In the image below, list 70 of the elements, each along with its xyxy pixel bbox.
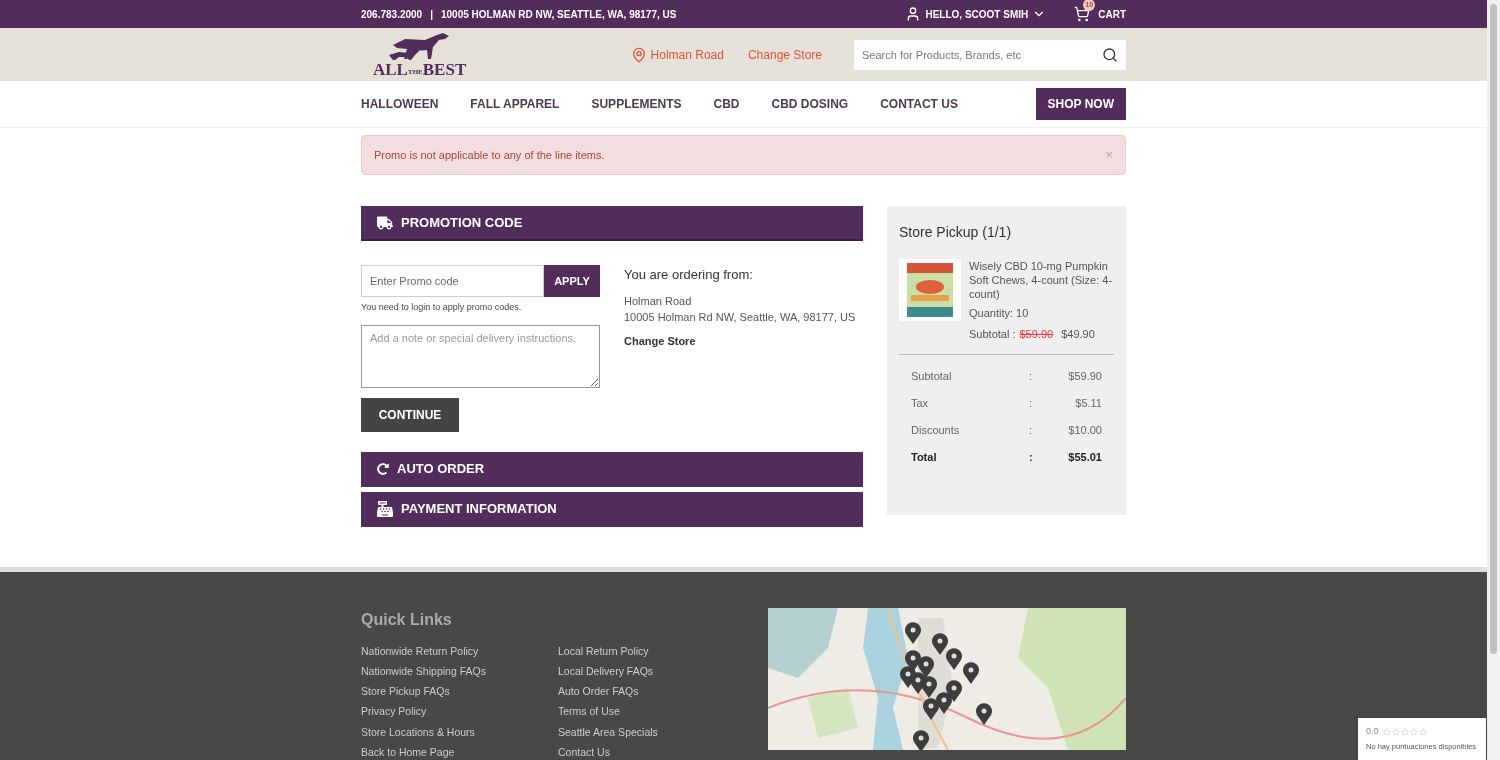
footer-link[interactable]: Privacy Policy: [361, 704, 558, 725]
footer-link[interactable]: Local Delivery FAQs: [558, 663, 755, 685]
summary-title: Store Pickup (1/1): [899, 223, 1013, 242]
nav-link[interactable]: FALL APPAREL: [470, 95, 560, 113]
sale-price: $49.90: [1061, 326, 1095, 342]
nav-link[interactable]: CONTACT US: [880, 95, 958, 113]
nav-link[interactable]: CBD: [713, 95, 740, 113]
summary-label: Subtotal: [911, 369, 953, 385]
section-header[interactable]: PAYMENT INFORMATION: [361, 491, 863, 527]
scrollbar[interactable]: [1487, 0, 1500, 760]
cart-link[interactable]: CART: [1098, 6, 1126, 22]
summary-separator: :: [1029, 450, 1033, 466]
ordering-from-heading: You are ordering from:: [624, 266, 754, 284]
star-icon: [1391, 727, 1400, 736]
refresh-icon: [377, 463, 389, 475]
login-hint: You need to login to apply promo codes.: [361, 301, 523, 314]
store-address: 10005 Holman Rd NW, Seattle, WA, 98177, US: [624, 310, 857, 325]
change-store-link[interactable]: Change Store: [624, 333, 860, 350]
promo-code-field[interactable]: Enter Promo code: [361, 265, 544, 297]
cash-register-icon: [377, 501, 393, 517]
summary-value: $5.11: [1075, 396, 1102, 412]
footer-link[interactable]: Terms of Use: [558, 704, 755, 725]
summary-separator: :: [1029, 423, 1033, 439]
summary-label: Discounts: [911, 423, 961, 439]
cart-icon[interactable]: [1074, 6, 1091, 22]
summary-separator: :: [1029, 396, 1033, 412]
delivery-note-field[interactable]: Add a note or special delivery instructions.: [361, 324, 600, 388]
summary-label: Tax: [911, 396, 930, 412]
product-quantity: Quantity: 10: [969, 306, 1030, 321]
footer-link[interactable]: Back to Home Page: [361, 745, 558, 760]
separator: |: [430, 7, 433, 22]
star-icon: [1409, 727, 1418, 736]
nav-link[interactable]: HALLOWEEN: [361, 95, 439, 113]
star-icon: [1400, 727, 1409, 736]
summary-value: $10.00: [1068, 423, 1102, 439]
footer-link[interactable]: Local Return Policy: [558, 643, 755, 664]
shop-now-button[interactable]: SHOP NOW: [1035, 88, 1126, 120]
truck-icon: [377, 214, 393, 231]
footer-link[interactable]: Auto Order FAQs: [558, 684, 755, 705]
nav-link[interactable]: CBD DOSING: [771, 95, 849, 113]
subtotal-label: Subtotal :: [969, 326, 1016, 342]
store-name: Holman Road: [624, 293, 693, 309]
product-name: Wisely CBD 10-mg Pumpkin Soft Chews, 4-count (Size: 4-count): [969, 259, 1114, 301]
footer-link[interactable]: Seattle Area Specials: [558, 724, 755, 745]
continue-button[interactable]: CONTINUE: [361, 397, 459, 432]
footer-link[interactable]: Contact Us: [558, 745, 755, 760]
star-icon: [1382, 727, 1391, 736]
alert-message: Promo is not applicable to any of the line items.: [374, 147, 605, 163]
search-icon[interactable]: [1102, 46, 1118, 63]
summary-value: $55.01: [1068, 450, 1102, 466]
section-header[interactable]: PROMOTION CODE: [361, 206, 863, 241]
apply-button[interactable]: APPLY: [544, 265, 600, 297]
account-menu[interactable]: HELLO, SCOOT SMIH: [905, 6, 1047, 22]
quick-links-heading: Quick Links: [361, 609, 453, 630]
footer-link[interactable]: Store Pickup FAQs: [361, 684, 558, 705]
store-address: 10005 HOLMAN RD NW, SEATTLE, WA, 98177, US: [441, 7, 677, 22]
nav-link[interactable]: SUPPLEMENTS: [591, 95, 682, 113]
original-price: $59.90: [1019, 326, 1054, 342]
rating-score: 0.0: [1366, 725, 1379, 738]
summary-value: $59.90: [1068, 369, 1102, 385]
summary-separator: :: [1029, 369, 1033, 385]
section-header[interactable]: AUTO ORDER: [361, 451, 863, 487]
summary-label: Total: [911, 450, 938, 466]
footer-link[interactable]: Store Locations & Hours: [361, 724, 558, 745]
footer-link[interactable]: Nationwide Return Policy: [361, 643, 558, 664]
location-pin-icon: [630, 46, 647, 63]
search-field[interactable]: Search for Products, Brands, etc: [854, 39, 1126, 70]
star-icon: [1418, 727, 1427, 736]
phone-number: 206.783.2000: [361, 7, 423, 22]
footer-link[interactable]: Nationwide Shipping FAQs: [361, 663, 558, 685]
